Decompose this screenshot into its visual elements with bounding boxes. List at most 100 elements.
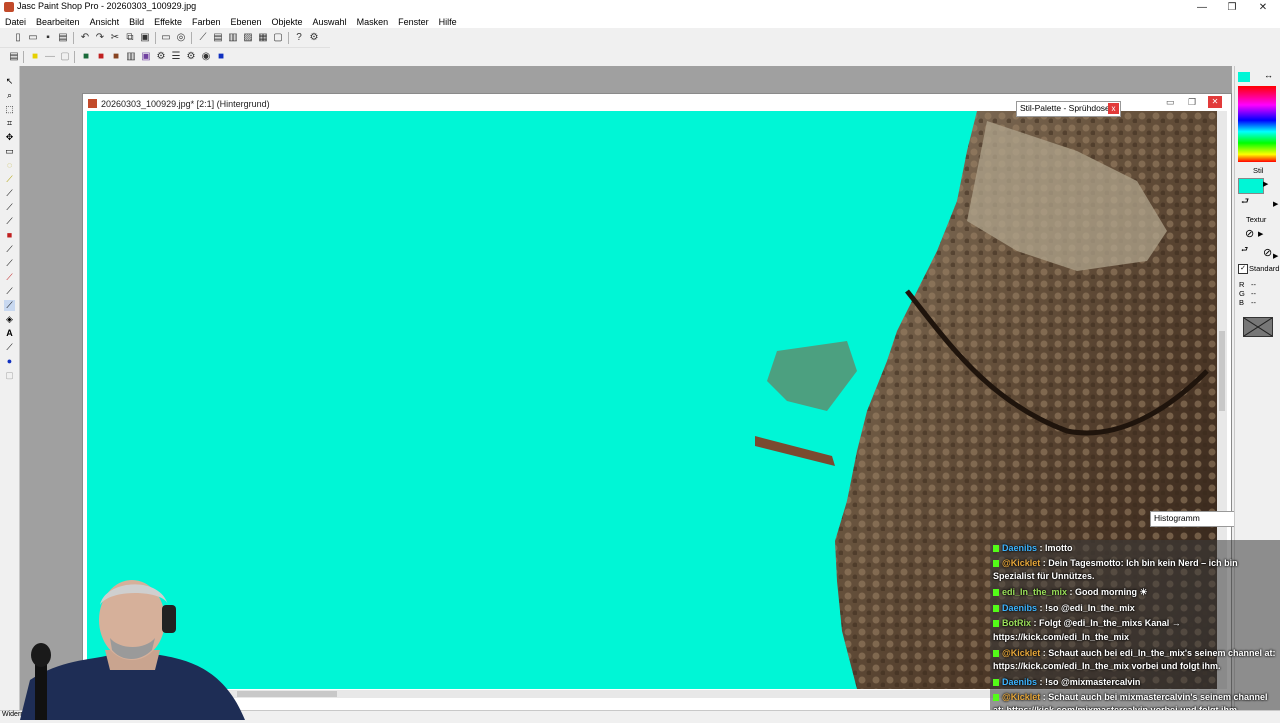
maximize-button[interactable]: ❐ [1217, 0, 1247, 15]
fill-tool-icon[interactable]: ◈ [4, 314, 15, 325]
chat-message: BotRix : Folgt @edi_In_the_mixs Kanal → [993, 618, 1181, 628]
standard-checkbox[interactable]: ✓ [1238, 264, 1248, 274]
menu-bearbeiten[interactable]: Bearbeiten [31, 15, 85, 28]
menu-ansicht[interactable]: Ansicht [85, 15, 125, 28]
toolbar2-icon-i[interactable]: ⚙ [155, 51, 167, 63]
active-color-swatch[interactable] [1238, 72, 1250, 82]
overview-icon[interactable]: ▦ [257, 32, 269, 44]
menu-auswahl[interactable]: Auswahl [308, 15, 352, 28]
title-bar: Jasc Paint Shop Pro - 20260303_100929.jp… [0, 0, 1280, 15]
toolbar2-icon-l[interactable]: ◉ [200, 51, 212, 63]
color-replace-icon[interactable]: ■ [4, 230, 15, 241]
print-icon[interactable]: ▤ [57, 32, 69, 44]
object-tool-icon[interactable]: ▢ [4, 370, 15, 381]
doc-minimize-button[interactable]: ▭ [1166, 97, 1175, 108]
undo-icon[interactable]: ↶ [79, 32, 91, 44]
color-preview-box[interactable] [1243, 317, 1273, 337]
open-file-icon[interactable]: ▭ [27, 32, 39, 44]
menu-objekte[interactable]: Objekte [267, 15, 308, 28]
r-value: -- [1251, 280, 1256, 289]
toolbar2-icon-m[interactable]: ■ [215, 51, 227, 63]
toolbar2-icon-b[interactable]: — [44, 51, 56, 63]
menu-ebenen[interactable]: Ebenen [225, 15, 266, 28]
crop-tool-icon[interactable]: ⌗ [4, 118, 15, 129]
toolbar2-icon-g[interactable]: ▥ [125, 51, 137, 63]
style-palette-title: Stil-Palette - Sprühdose [1020, 103, 1110, 113]
menu-masken[interactable]: Masken [352, 15, 394, 28]
shape-tool-icon[interactable]: ● [4, 356, 15, 367]
kick-badge-icon [993, 605, 999, 613]
style-palette-header[interactable]: Stil-Palette - Sprühdose x [1016, 101, 1121, 117]
save-icon[interactable]: ▪ [42, 32, 54, 44]
color-picker-spectrum[interactable] [1238, 86, 1276, 162]
toolbar-icon-d[interactable]: ⚙ [308, 32, 320, 44]
toolbar-icon-a[interactable]: ⟋ [197, 32, 209, 44]
toolbar-icon-c[interactable]: ▢ [272, 32, 284, 44]
copy-icon[interactable]: ⧉ [124, 32, 136, 44]
swap-texture-icon[interactable]: ⮐ [1241, 244, 1248, 258]
texture-arrow-icon[interactable]: ▶ [1273, 252, 1278, 260]
style-dropdown-icon[interactable]: ▶ [1263, 180, 1268, 188]
swap-style-icon[interactable]: ⮐ [1241, 194, 1249, 210]
menu-datei[interactable]: Datei [0, 15, 31, 28]
move-tool-icon[interactable]: ✥ [4, 132, 15, 143]
help-icon[interactable]: ? [293, 32, 305, 44]
menu-bild[interactable]: Bild [124, 15, 149, 28]
toolbar2-icon-j[interactable]: ☰ [170, 51, 182, 63]
menu-effekte[interactable]: Effekte [149, 15, 187, 28]
layers-icon[interactable]: ▥ [227, 32, 239, 44]
vertical-scroll-thumb[interactable] [1219, 331, 1225, 411]
browse-icon[interactable]: ◎ [175, 32, 187, 44]
deform-tool-icon[interactable]: ⬚ [4, 104, 15, 115]
toolbar2-icon-f[interactable]: ■ [110, 51, 122, 63]
lasso-tool-icon[interactable]: ◌ [4, 160, 15, 171]
toolbar2-icon-c[interactable]: ▢ [59, 51, 71, 63]
toolbar2-icon-h[interactable]: ▣ [140, 51, 152, 63]
picture-tube-icon[interactable]: ⟋ [4, 286, 15, 297]
toolbar2-icon-e[interactable]: ■ [95, 51, 107, 63]
magic-wand-icon[interactable]: ⟋ [4, 174, 15, 185]
toolbar2-icon-d[interactable]: ■ [80, 51, 92, 63]
draw-tool-icon[interactable]: ⟋ [4, 342, 15, 353]
histogram-icon[interactable]: ▨ [242, 32, 254, 44]
selection-icon[interactable]: ■ [29, 51, 41, 63]
screen-icon[interactable]: ▭ [160, 32, 172, 44]
paste-icon[interactable]: ▣ [139, 32, 151, 44]
close-button[interactable]: ✕ [1248, 0, 1278, 15]
arrow-tool-icon[interactable]: ↖ [4, 76, 15, 87]
horizontal-scroll-thumb[interactable] [237, 691, 337, 697]
doc-maximize-button[interactable]: ❐ [1188, 97, 1196, 108]
zoom-tool-icon[interactable]: ⌕ [4, 90, 15, 101]
airbrush-tool-icon[interactable]: ⟋ [4, 300, 15, 311]
toolbar-icon-b[interactable]: ▤ [212, 32, 224, 44]
dropper-tool-icon[interactable]: ⟋ [4, 188, 15, 199]
texture-dropdown-icon[interactable]: ▶ [1258, 230, 1263, 238]
toolbar2-icon-a[interactable]: ▤ [8, 51, 20, 63]
menu-bar: Datei Bearbeiten Ansicht Bild Effekte Fa… [0, 15, 1280, 28]
no-texture-icon-2[interactable]: ⊘ [1263, 246, 1272, 259]
doc-close-button[interactable]: ✕ [1208, 96, 1222, 108]
eraser-tool-icon[interactable]: ⟋ [4, 272, 15, 283]
text-tool-icon[interactable]: A [4, 328, 15, 339]
no-texture-icon[interactable]: ⊘ [1245, 227, 1254, 240]
menu-hilfe[interactable]: Hilfe [434, 15, 462, 28]
brush-tool-icon[interactable]: ⟋ [4, 202, 15, 213]
menu-fenster[interactable]: Fenster [393, 15, 434, 28]
stream-chat-overlay: Daenibs : lmotto @Kicklet : Dein Tagesmo… [990, 540, 1280, 720]
foreground-style-swatch[interactable] [1238, 178, 1264, 194]
histogram-title: Histogramm [1154, 513, 1200, 523]
toolbar2-icon-k[interactable]: ⚙ [185, 51, 197, 63]
chat-text: : Schaut auch bei edi_In_the_mix's seine… [1040, 648, 1276, 658]
clone-tool-icon[interactable]: ⟋ [4, 216, 15, 227]
new-file-icon[interactable]: ▯ [12, 32, 24, 44]
redo-icon[interactable]: ↷ [94, 32, 106, 44]
cut-icon[interactable]: ✂ [109, 32, 121, 44]
scratch-remover-icon[interactable]: ⟋ [4, 258, 15, 269]
style-palette-close-button[interactable]: x [1108, 103, 1119, 114]
menu-farben[interactable]: Farben [187, 15, 226, 28]
background-style-arrow-icon[interactable]: ▶ [1273, 200, 1278, 208]
minimize-button[interactable]: — [1187, 0, 1217, 15]
retouch-tool-icon[interactable]: ⟋ [4, 244, 15, 255]
swap-colors-icon[interactable]: ↔ [1264, 70, 1273, 80]
selection-tool-icon[interactable]: ▭ [4, 146, 15, 157]
